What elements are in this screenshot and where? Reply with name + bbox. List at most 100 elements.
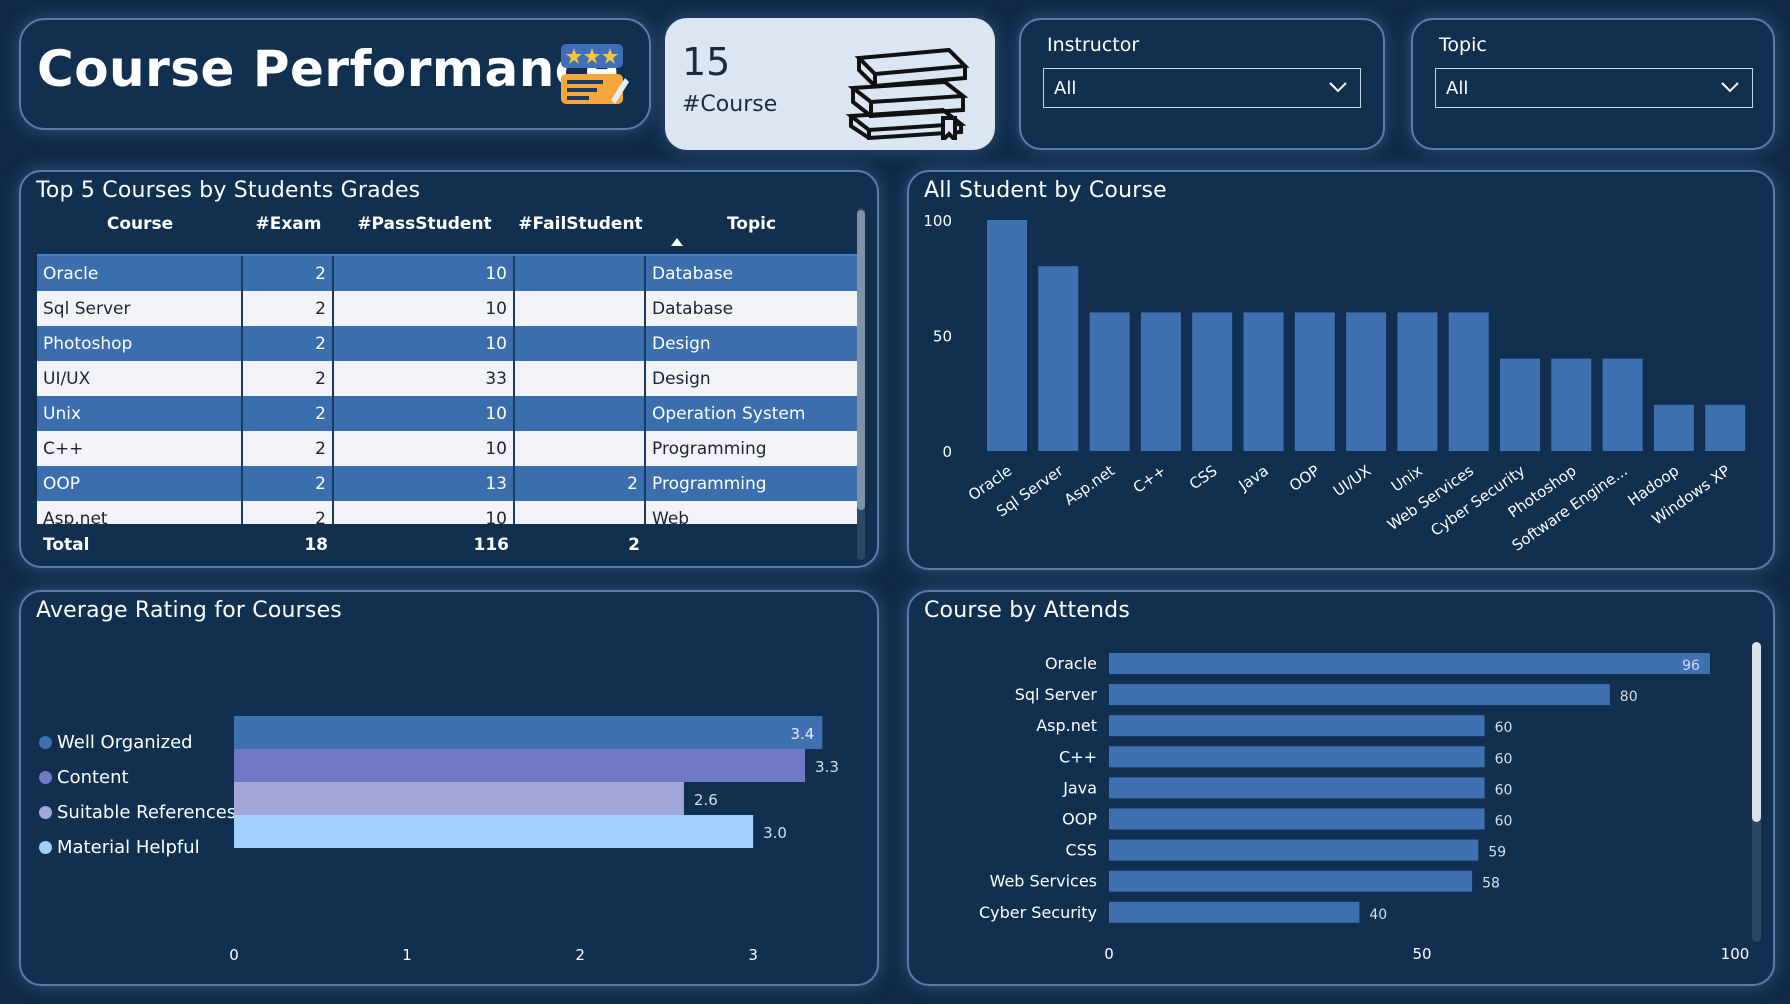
y-tick-label: Java (1062, 778, 1097, 797)
table-row[interactable]: UI/UX 2 33 Design (37, 361, 857, 396)
bar (1705, 404, 1746, 451)
y-tick-label: Oracle (1045, 654, 1097, 673)
bar (1192, 312, 1233, 451)
table-cell-exam: 2 (243, 361, 334, 396)
x-tick-label: 50 (1412, 945, 1431, 963)
table-cell-exam: 2 (243, 501, 334, 524)
data-label: 3.3 (815, 758, 839, 776)
bar (1448, 312, 1489, 451)
column-header-pass-student[interactable]: #PassStudent (334, 214, 515, 244)
table-cell-exam: 2 (243, 326, 334, 361)
table-cell-fail (515, 501, 646, 524)
sort-ascending-icon[interactable] (671, 238, 683, 246)
y-tick-label: Sql Server (1015, 685, 1098, 704)
bar (1109, 653, 1710, 674)
table-cell-pass: 13 (334, 466, 515, 501)
average-rating-chart: 3.43.3 2.6 3.0 0 1 2 3 (229, 716, 839, 964)
table-row[interactable]: Photoshop 2 10 Design (37, 326, 857, 361)
bar (1602, 358, 1643, 451)
table-cell-exam: 2 (243, 291, 334, 326)
y-tick-label: 50 (933, 328, 952, 346)
table-cell-pass: 10 (334, 501, 515, 524)
chevron-down-icon (1721, 82, 1739, 93)
x-tick-label: Java (1235, 462, 1272, 495)
table-cell-fail (515, 396, 646, 431)
total-label: Total (43, 535, 90, 555)
bar (1109, 901, 1360, 923)
table-cell-topic: Operation System (652, 403, 806, 424)
table-cell-course: Photoshop (37, 326, 243, 361)
table-cell-fail (515, 291, 646, 326)
chevron-down-icon (1329, 82, 1347, 93)
table-cell-course: OOP (37, 466, 243, 501)
total-topic (646, 530, 857, 560)
data-label: 3.4 (790, 725, 814, 743)
table-cell-pass: 10 (334, 326, 515, 361)
table-cell-fail (515, 256, 646, 291)
table-cell-pass: 10 (334, 256, 515, 291)
table-cell-course: C++ (37, 431, 243, 466)
bar (1038, 266, 1079, 451)
x-tick-label: 0 (229, 946, 239, 964)
data-label: 59 (1488, 845, 1506, 861)
instructor-dropdown[interactable]: All (1043, 68, 1361, 108)
table-scrollbar-thumb[interactable] (857, 210, 865, 510)
data-label: 3.0 (763, 824, 787, 842)
bar (1551, 358, 1592, 451)
column-header-fail-student[interactable]: #FailStudent (515, 214, 646, 244)
table-cell-pass: 10 (334, 396, 515, 431)
y-tick-label: Cyber Security (979, 903, 1097, 922)
topic-slicer: Topic All (1411, 18, 1775, 150)
bar (1109, 870, 1473, 892)
course-count-card: 15 #Course (665, 18, 995, 150)
table-row[interactable]: OOP 2 13 2 Programming (37, 466, 857, 501)
topic-dropdown-value: All (1446, 77, 1469, 99)
course-count-label: #Course (682, 92, 778, 117)
x-tick-label: 100 (1721, 945, 1749, 963)
table-cell-pass: 10 (334, 431, 515, 466)
page-title: Course Performance (37, 40, 620, 98)
table-cell-exam: 2 (243, 396, 334, 431)
table-row[interactable]: Unix 2 10 Operation System (37, 396, 857, 431)
bar (234, 782, 684, 815)
total-exam: 18 (304, 535, 328, 555)
y-tick-label: CSS (1066, 841, 1097, 860)
table-total-row: Total 18 116 2 (37, 530, 857, 560)
bar (1109, 777, 1485, 799)
table-cell-topic: Programming (652, 438, 767, 459)
x-tick-label: C++ (1130, 462, 1170, 497)
data-label: 40 (1369, 907, 1387, 923)
data-label: 58 (1482, 876, 1500, 892)
column-header-course[interactable]: Course (37, 214, 243, 244)
instructor-dropdown-value: All (1054, 77, 1077, 99)
bar (1243, 312, 1284, 451)
table-cell-topic: Design (652, 368, 711, 389)
table-row[interactable]: C++ 2 10 Programming (37, 431, 857, 466)
table-row[interactable]: Sql Server 2 10 Database (37, 291, 857, 326)
column-header-exam[interactable]: #Exam (243, 214, 334, 244)
table-row[interactable]: Asp.net 2 10 Web (37, 501, 857, 524)
table-cell-fail (515, 326, 646, 361)
table-cell-course: Asp.net (37, 501, 243, 524)
topic-slicer-label: Topic (1439, 34, 1487, 56)
x-tick-label: 2 (575, 946, 585, 964)
attends-scrollbar-thumb[interactable] (1752, 642, 1761, 822)
table-cell-fail: 2 (515, 466, 646, 501)
bar (1346, 312, 1387, 451)
x-tick-label: 3 (748, 946, 758, 964)
total-pass: 116 (473, 535, 510, 555)
table-cell-exam: 2 (243, 256, 334, 291)
bar (1109, 715, 1485, 737)
table-cell-topic: Design (652, 333, 711, 354)
course-count-value: 15 (682, 40, 731, 84)
table-row[interactable]: Oracle 2 10 Database (37, 256, 857, 291)
topic-dropdown[interactable]: All (1435, 68, 1753, 108)
course-attends-chart: Oracle 96 Sql Server 80 Asp.net 60 C++ 60 Java 60… (979, 653, 1749, 963)
bar (1109, 839, 1479, 861)
table-cell-course: Unix (37, 396, 243, 431)
bar (1109, 808, 1485, 830)
bar (1397, 312, 1438, 451)
average-rating-card: Average Rating for Courses Well Organize… (19, 590, 879, 986)
table-cell-pass: 33 (334, 361, 515, 396)
table-cell-course: UI/UX (37, 361, 243, 396)
